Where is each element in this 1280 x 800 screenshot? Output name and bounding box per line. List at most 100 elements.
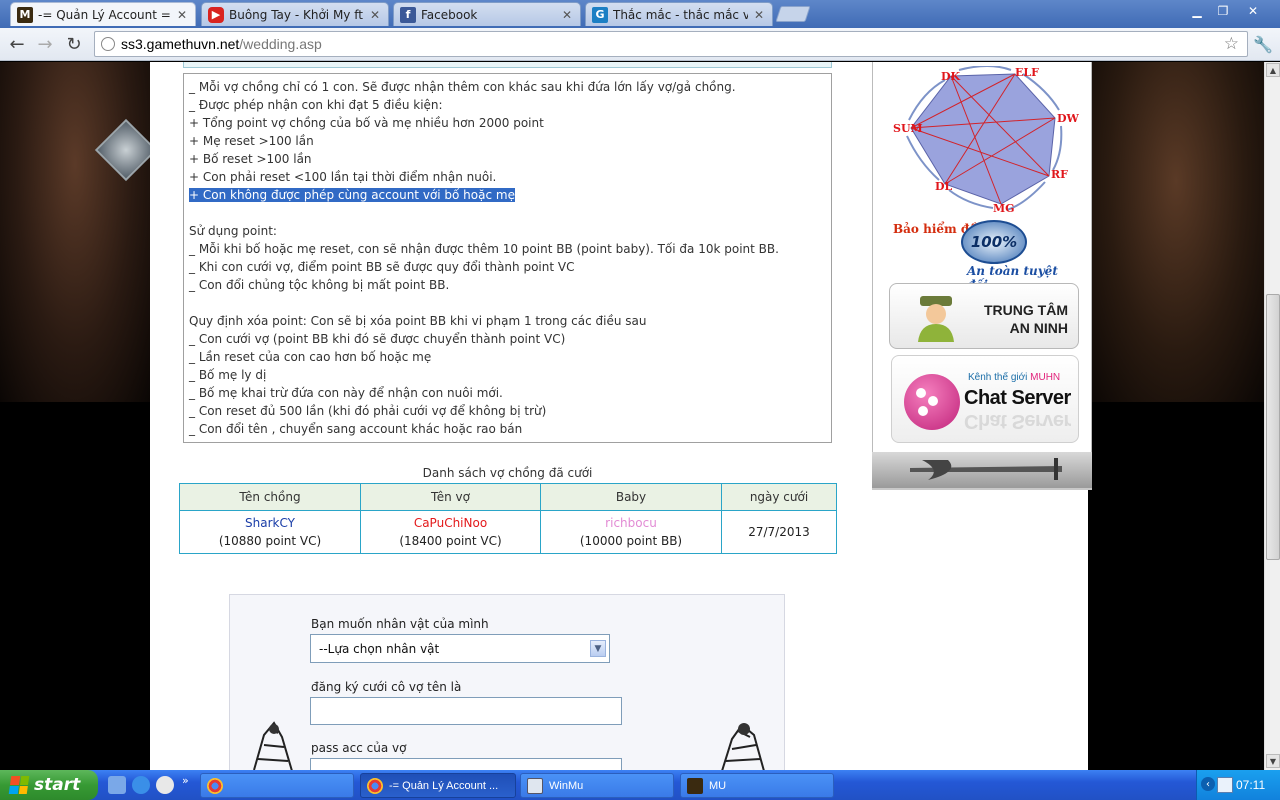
husband-cell: SharkCY (10880 point VC) bbox=[179, 510, 361, 554]
rule-line: + Mẹ reset >100 lần bbox=[189, 134, 314, 148]
tab-quan-ly-account[interactable]: M -= Quản Lý Account =- ✕ bbox=[10, 2, 196, 26]
character-select[interactable]: --Lựa chọn nhân vật ▼ bbox=[310, 634, 610, 663]
chat-channel-label: Kênh thế giới MUHN bbox=[968, 372, 1061, 383]
rule-line: _ Lần reset của con cao hơn bố hoặc mẹ bbox=[189, 350, 432, 364]
scroll-down-icon[interactable]: ▼ bbox=[1266, 754, 1280, 768]
rule-line bbox=[189, 204, 826, 222]
close-icon[interactable]: ✕ bbox=[175, 8, 189, 22]
back-icon[interactable]: ← bbox=[5, 33, 29, 55]
tab-thac-mac[interactable]: G Thắc mắc - thắc mắc về poi bé ✕ bbox=[585, 2, 773, 26]
class-label-dw: DW bbox=[1057, 112, 1079, 125]
wife-cell: CaPuChiNoo (18400 point VC) bbox=[360, 510, 541, 554]
item-insurance-banner[interactable]: Bảo hiểm đồ 100% An toàn tuyệt đối bbox=[893, 220, 1079, 292]
character-select-label: Bạn muốn nhân vật của mình bbox=[311, 617, 489, 631]
taskbar-item-quan-ly-account[interactable]: -= Quản Lý Account ... bbox=[360, 773, 516, 798]
taskbar-item-label: WinMu bbox=[549, 779, 584, 792]
internet-explorer-icon[interactable] bbox=[132, 776, 150, 794]
partner-password-input[interactable] bbox=[310, 758, 622, 770]
chat-server-reflection: Chat Server bbox=[964, 410, 1071, 432]
tab-label: Thắc mắc - thắc mắc về poi bé bbox=[613, 7, 748, 22]
baby-points: (10000 point BB) bbox=[579, 534, 683, 548]
rule-line: Sử dụng point: bbox=[189, 224, 277, 238]
background-art-right bbox=[1088, 62, 1264, 402]
windows-taskbar: start » -= Quản Lý Account ... WinMu MU … bbox=[0, 770, 1280, 800]
forward-icon[interactable]: → bbox=[33, 33, 57, 55]
rule-line: _ Bố mẹ khai trừ đứa con này để nhận con… bbox=[189, 386, 503, 400]
rule-line: + Con phải reset <100 lần tại thời điểm … bbox=[189, 170, 497, 184]
taskbar-item-winmu[interactable]: WinMu bbox=[520, 773, 674, 798]
youtube-icon: ▶ bbox=[208, 6, 224, 23]
baby-cell: richbocu (10000 point BB) bbox=[540, 510, 722, 554]
web-viewport: _ Mỗi vợ chồng chỉ có 1 con. Sẽ được nhậ… bbox=[0, 62, 1264, 770]
close-icon[interactable]: ✕ bbox=[752, 8, 766, 22]
partner-name-input[interactable] bbox=[310, 697, 622, 725]
minimize-icon[interactable]: ▁ bbox=[1184, 2, 1210, 20]
sword-divider bbox=[872, 452, 1092, 488]
reload-icon[interactable]: ↻ bbox=[62, 33, 86, 55]
security-center-button[interactable]: TRUNG TÂM AN NINH bbox=[889, 283, 1079, 349]
gamethu-icon: G bbox=[592, 6, 608, 23]
close-icon[interactable]: ✕ bbox=[368, 8, 382, 22]
column-header-husband: Tên chồng bbox=[179, 483, 361, 511]
table-row: SharkCY (10880 point VC) CaPuChiNoo (184… bbox=[179, 510, 837, 554]
top-panel-edge bbox=[183, 62, 832, 68]
restore-icon[interactable]: ❐ bbox=[1210, 2, 1236, 20]
wedding-date-cell: 27/7/2013 bbox=[721, 510, 837, 554]
mu-icon bbox=[687, 777, 703, 794]
column-header-baby: Baby bbox=[540, 483, 722, 511]
address-bar[interactable]: ss3.gamethuvn.net/wedding.asp ☆ bbox=[94, 31, 1248, 57]
class-label-dl: DL bbox=[935, 180, 953, 193]
bookmark-star-icon[interactable]: ☆ bbox=[1224, 34, 1239, 54]
taskbar-item-mu[interactable]: MU bbox=[680, 773, 834, 798]
language-bar-icon[interactable] bbox=[1217, 777, 1233, 793]
wife-points: (18400 point VC) bbox=[399, 534, 502, 548]
sidebar-panel: DK ELF DW RF MG DL SUM Bảo hiểm đồ 100% … bbox=[872, 62, 1092, 452]
class-label-dk: DK bbox=[941, 70, 961, 83]
chevron-down-icon[interactable]: ▼ bbox=[590, 640, 606, 657]
vertical-scrollbar[interactable]: ▲ ▼ bbox=[1264, 62, 1280, 770]
taskbar-item-chrome[interactable] bbox=[200, 773, 354, 798]
media-player-icon[interactable] bbox=[156, 776, 174, 794]
taskbar-item-label: MU bbox=[709, 779, 727, 792]
start-button[interactable]: start bbox=[0, 770, 98, 800]
class-label-rf: RF bbox=[1051, 168, 1068, 181]
scrollbar-thumb[interactable] bbox=[1266, 294, 1280, 560]
window-close-icon[interactable]: ✕ bbox=[1240, 2, 1266, 20]
new-tab-button[interactable] bbox=[775, 6, 811, 22]
security-guard-icon bbox=[918, 296, 954, 342]
rule-line: + Bố reset >100 lần bbox=[189, 152, 312, 166]
chat-server-button[interactable]: Kênh thế giới MUHN Chat Server Chat Serv… bbox=[891, 355, 1079, 443]
browser-toolbar: ← → ↻ ss3.gamethuvn.net/wedding.asp ☆ bbox=[0, 28, 1280, 61]
rule-line-selected: + Con không được phép cùng account với b… bbox=[189, 188, 515, 202]
partner-password-label: pass acc của vợ bbox=[311, 741, 407, 755]
tab-youtube[interactable]: ▶ Buông Tay - Khởi My ft La Thă ✕ bbox=[201, 2, 389, 26]
show-desktop-icon[interactable] bbox=[108, 776, 126, 794]
rule-line: _ Con cưới vợ (point BB khi đó sẽ được c… bbox=[189, 332, 566, 346]
table-caption: Danh sách vợ chồng đã cưới bbox=[422, 466, 593, 480]
wife-name-link[interactable]: CaPuChiNoo bbox=[362, 514, 539, 532]
scroll-up-icon[interactable]: ▲ bbox=[1266, 63, 1280, 77]
character-select-value: --Lựa chọn nhân vật bbox=[319, 641, 440, 656]
quicklaunch-more-icon[interactable]: » bbox=[182, 774, 189, 787]
baby-name-link[interactable]: richbocu bbox=[542, 514, 720, 532]
tab-facebook[interactable]: f Facebook ✕ bbox=[393, 2, 581, 26]
close-icon[interactable]: ✕ bbox=[560, 8, 574, 22]
rule-line: _ Mỗi vợ chồng chỉ có 1 con. Sẽ được nhậ… bbox=[189, 80, 736, 94]
chrome-icon bbox=[367, 777, 383, 794]
rule-line: _ Bố mẹ ly dị bbox=[189, 368, 267, 382]
tray-expand-icon[interactable]: ‹ bbox=[1201, 777, 1215, 791]
security-label-line2: AN NINH bbox=[1009, 320, 1068, 336]
warrior-sketch-icon bbox=[253, 721, 293, 770]
wedding-registration-form: Bạn muốn nhân vật của mình --Lựa chọn nh… bbox=[229, 594, 785, 770]
husband-name-link[interactable]: SharkCY bbox=[181, 514, 359, 532]
winmu-icon bbox=[527, 777, 543, 794]
rule-line: _ Con đổi chủng tộc không bị mất point B… bbox=[189, 278, 450, 292]
clock: 07:11 bbox=[1236, 778, 1266, 792]
sword-icon bbox=[910, 458, 1062, 480]
taskbar-item-label: -= Quản Lý Account ... bbox=[389, 779, 499, 792]
couples-table: Tên chồng Tên vợ Baby ngày cưới SharkCY … bbox=[179, 483, 837, 554]
windows-logo-icon bbox=[8, 776, 30, 794]
url-text: ss3.gamethuvn.net/wedding.asp bbox=[121, 36, 322, 52]
wrench-menu-icon[interactable]: 🔧 bbox=[1252, 33, 1274, 55]
start-label: start bbox=[34, 775, 81, 795]
